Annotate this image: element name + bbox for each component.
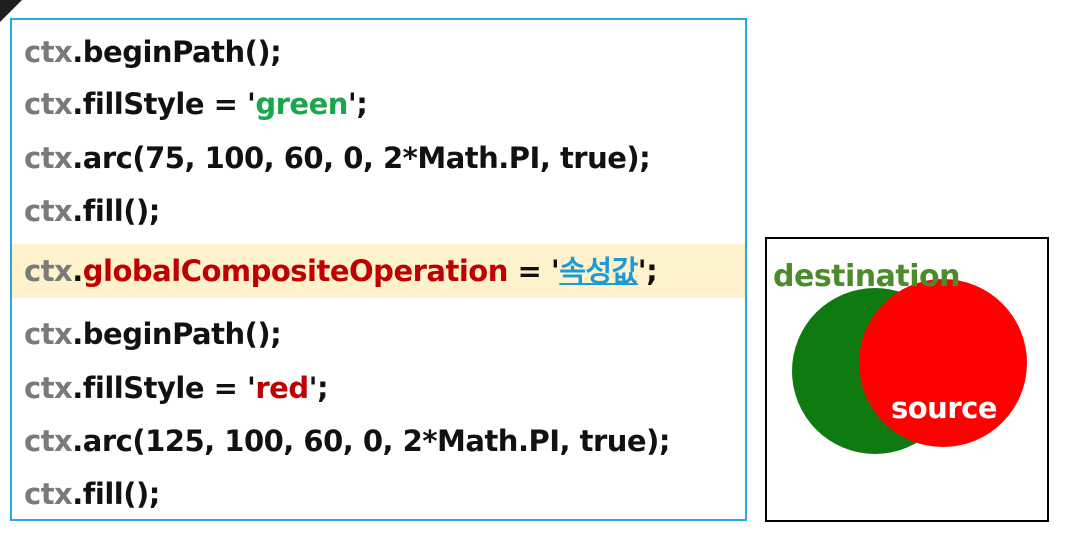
code-text: fill(); [82,477,161,511]
code-line: ctx.fillStyle = 'red'; [24,370,329,406]
code-text: '; [637,254,658,288]
code-object: ctx [24,254,73,288]
code-text: = ' [507,254,560,288]
code-text: arc(125, 100, 60, 0, 2*Math.PI, true); [82,424,671,458]
code-line: ctx.fill(); [24,193,160,229]
code-property: globalCompositeOperation [82,254,509,288]
code-object: ctx [24,317,73,351]
code-object: ctx [24,194,73,228]
code-dot: . [72,194,83,228]
code-line: ctx.fill(); [24,476,160,512]
code-line: ctx.arc(75, 100, 60, 0, 2*Math.PI, true)… [24,140,651,176]
code-dot: . [72,141,83,175]
code-string-value: red [255,371,309,405]
code-text: '; [347,87,368,121]
code-object: ctx [24,141,73,175]
attribute-value-link[interactable]: 속성값 [559,254,638,288]
code-line: ctx.fillStyle = 'green'; [24,86,368,122]
code-line-highlighted: ctx.globalCompositeOperation = '속성값'; [12,244,745,298]
source-label: source [891,391,998,425]
code-text: arc(75, 100, 60, 0, 2*Math.PI, true); [82,141,651,175]
code-string-value: green [255,87,348,121]
code-object: ctx [24,477,73,511]
code-dot: . [72,317,83,351]
code-dot: . [72,424,83,458]
code-object: ctx [24,35,73,69]
code-line: ctx.beginPath(); [24,316,282,352]
destination-label: destination [773,259,961,294]
composite-demo-panel: destination source [765,237,1049,522]
code-object: ctx [24,87,73,121]
code-dot: . [72,254,83,288]
code-text: fillStyle = ' [82,87,256,121]
code-dot: . [72,35,83,69]
code-line: ctx.beginPath(); [24,34,282,70]
code-text: '; [308,371,329,405]
code-text: beginPath(); [82,35,282,69]
code-dot: . [72,371,83,405]
code-dot: . [72,477,83,511]
code-object: ctx [24,371,73,405]
code-text: beginPath(); [82,317,282,351]
code-panel: ctx.beginPath(); ctx.fillStyle = 'green'… [10,18,747,521]
code-line: ctx.arc(125, 100, 60, 0, 2*Math.PI, true… [24,423,670,459]
code-object: ctx [24,424,73,458]
code-dot: . [72,87,83,121]
code-text: fill(); [82,194,161,228]
code-text: fillStyle = ' [82,371,256,405]
